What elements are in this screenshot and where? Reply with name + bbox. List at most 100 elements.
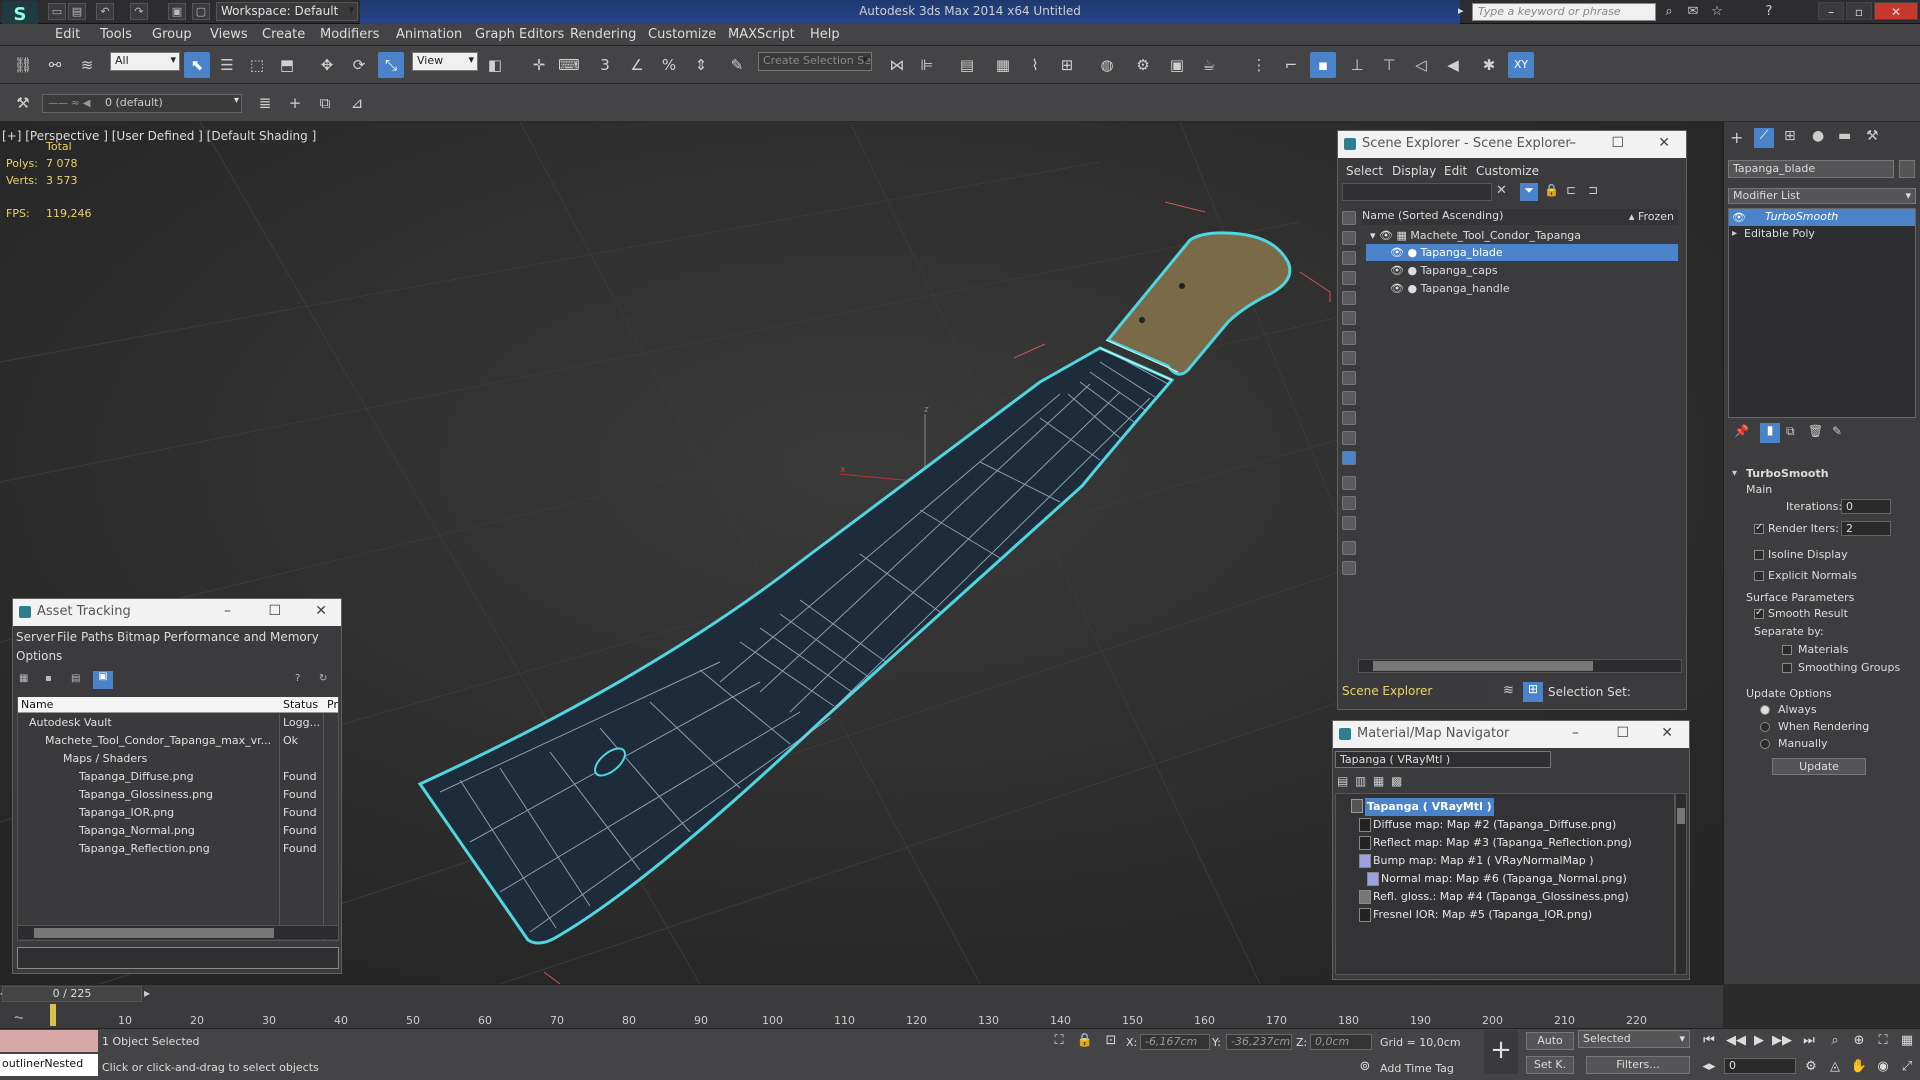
select-object-icon[interactable]: ⬉ bbox=[184, 52, 210, 78]
time-slider[interactable] bbox=[0, 984, 1723, 1004]
menu-graph-editors[interactable]: Graph Editors bbox=[475, 27, 564, 42]
se-scroll-thumb[interactable] bbox=[1373, 661, 1593, 671]
mn-root-material[interactable]: Tapanga ( VRayMtl ) bbox=[1365, 798, 1494, 816]
remove-modifier-icon[interactable]: 🗑 bbox=[1808, 424, 1823, 438]
key-mode-icon[interactable]: ◂▸ bbox=[1700, 1058, 1718, 1076]
smoothing-groups-checkbox[interactable] bbox=[1782, 663, 1792, 673]
explicit-normals-checkbox[interactable] bbox=[1754, 571, 1764, 581]
se-row-handle[interactable]: 👁 ● Tapanga_handle bbox=[1366, 280, 1678, 297]
angle-snap-icon[interactable]: ∠ bbox=[624, 52, 650, 78]
menu-help[interactable]: Help bbox=[810, 27, 840, 42]
motion-tab-icon[interactable]: ● bbox=[1812, 128, 1824, 144]
isolate-selection-icon[interactable]: ⛶ bbox=[1050, 1032, 1068, 1050]
at-col-status[interactable]: Status bbox=[283, 696, 318, 714]
se-row-group[interactable]: ▾ 👁 ▦ Machete_Tool_Condor_Tapanga bbox=[1366, 227, 1678, 244]
snap-endpoint-icon[interactable]: ⌐ bbox=[1278, 52, 1304, 78]
snap-midpoint-icon[interactable]: ▪ bbox=[1310, 52, 1336, 78]
close-button[interactable]: ✕ bbox=[1874, 2, 1918, 20]
open-file-icon[interactable]: ▤ bbox=[68, 3, 86, 20]
se-hierarchy-mode-icon[interactable]: ⊞ bbox=[1523, 682, 1543, 702]
at-col-pr[interactable]: Pr bbox=[327, 696, 338, 714]
help-icon[interactable]: ? bbox=[1760, 3, 1778, 21]
se-select-all-icon[interactable] bbox=[1342, 476, 1356, 490]
at-minimize-button[interactable]: – bbox=[224, 603, 231, 619]
scene-explorer-window[interactable]: Scene Explorer - Scene Explorer – ☐ ✕ Se… bbox=[1337, 130, 1687, 710]
named-selection-dropdown[interactable]: Create Selection Se bbox=[758, 52, 872, 71]
se-filter-funnel-icon[interactable] bbox=[1342, 541, 1356, 555]
select-by-name-icon[interactable]: ☰ bbox=[214, 52, 240, 78]
link-icon[interactable]: ⛓ bbox=[10, 52, 36, 78]
mn-view-large-icons-icon[interactable]: ▩ bbox=[1391, 774, 1402, 788]
at-row-name[interactable]: Tapanga_Glossiness.png bbox=[79, 786, 213, 804]
unlink-icon[interactable]: ⚯ bbox=[42, 52, 68, 78]
undo-icon[interactable]: ↶ bbox=[96, 3, 114, 20]
se-menu-edit[interactable]: Edit bbox=[1444, 164, 1467, 178]
schematic-view-icon[interactable]: ⊞ bbox=[1054, 52, 1080, 78]
new-file-icon[interactable]: ▭ bbox=[48, 3, 66, 20]
mn-view-list-icons-icon[interactable]: ▥ bbox=[1355, 774, 1366, 788]
se-display-all-icon[interactable] bbox=[1342, 211, 1356, 225]
se-minimize-button[interactable]: – bbox=[1569, 135, 1576, 151]
move-icon[interactable]: ✥ bbox=[314, 52, 340, 78]
isoline-checkbox[interactable] bbox=[1754, 550, 1764, 560]
at-view-flat-icon[interactable]: ▪ bbox=[45, 673, 59, 687]
se-expand-icon[interactable]: ⊐ bbox=[1588, 183, 1598, 197]
window-crossing-icon[interactable]: ⬒ bbox=[274, 52, 300, 78]
zoom-extents-all-icon[interactable]: ▦ bbox=[1898, 1032, 1916, 1050]
se-menu-customize[interactable]: Customize bbox=[1476, 164, 1539, 178]
object-name-field[interactable]: Tapanga_blade bbox=[1728, 160, 1894, 178]
se-find-icon[interactable] bbox=[1342, 561, 1356, 575]
mn-maximize-button[interactable]: ☐ bbox=[1616, 725, 1629, 741]
rotate-icon[interactable]: ⟳ bbox=[346, 52, 372, 78]
mirror-icon[interactable]: ⋈ bbox=[884, 52, 910, 78]
selection-lock-icon[interactable]: 🔒 bbox=[1076, 1032, 1094, 1050]
menu-maxscript[interactable]: MAXScript bbox=[728, 27, 795, 42]
at-close-button[interactable]: ✕ bbox=[315, 603, 327, 619]
se-eye-icon[interactable]: 👁 ● bbox=[1390, 264, 1421, 277]
snap-vertex-icon[interactable]: ⋮ bbox=[1246, 52, 1272, 78]
selection-filter-dropdown[interactable]: All bbox=[110, 52, 180, 71]
se-display-hidden-icon[interactable] bbox=[1342, 451, 1356, 465]
set-key-icon[interactable]: + bbox=[1484, 1030, 1518, 1074]
at-view-list-icon[interactable]: ▤ bbox=[71, 673, 85, 687]
time-slider-thumb[interactable]: 0 / 225 bbox=[2, 986, 142, 1002]
at-refresh-icon[interactable]: ↻ bbox=[319, 673, 327, 684]
update-button[interactable]: Update bbox=[1772, 758, 1866, 775]
keyboard-shortcut-override-icon[interactable]: ⌨ bbox=[556, 52, 582, 78]
se-display-geometry-icon[interactable] bbox=[1342, 231, 1356, 245]
manage-layers-icon[interactable]: ⚒ bbox=[10, 90, 36, 116]
modifier-list-dropdown[interactable]: Modifier List ▾ bbox=[1728, 188, 1916, 204]
layer-manager-icon[interactable]: ▤ bbox=[954, 52, 980, 78]
mn-view-list-icon[interactable]: ▤ bbox=[1337, 774, 1348, 788]
align-icon[interactable]: ⊫ bbox=[914, 52, 940, 78]
se-select-invert-icon[interactable] bbox=[1342, 516, 1356, 530]
reference-coordinate-dropdown[interactable]: View bbox=[412, 52, 478, 71]
add-to-layer-icon[interactable]: + bbox=[282, 90, 308, 116]
mn-map-row[interactable]: Diffuse map: Map #2 (Tapanga_Diffuse.png… bbox=[1359, 816, 1616, 834]
render-iters-spinner[interactable]: 2 bbox=[1841, 521, 1891, 536]
configure-modifier-sets-icon[interactable]: ✎ bbox=[1832, 424, 1842, 438]
create-layer-icon[interactable]: ≣ bbox=[252, 90, 278, 116]
snap-face-icon[interactable]: ⊤ bbox=[1376, 52, 1402, 78]
snap-perpendicular-icon[interactable]: ✱ bbox=[1476, 52, 1502, 78]
layer-dropdown-arrow-icon[interactable]: ▾ bbox=[234, 95, 248, 111]
make-unique-icon[interactable]: ⧉ bbox=[1786, 424, 1795, 439]
set-key-button[interactable]: Set K. bbox=[1526, 1056, 1574, 1074]
always-radio[interactable] bbox=[1760, 705, 1770, 715]
smooth-result-checkbox[interactable]: ✓ bbox=[1754, 607, 1764, 619]
se-eye-icon[interactable]: ▾ 👁 ▦ bbox=[1370, 229, 1410, 242]
mn-map-row[interactable]: Bump map: Map #1 ( VRayNormalMap ) bbox=[1359, 852, 1594, 870]
stack-expand-icon[interactable]: ▸ bbox=[1732, 228, 1737, 239]
mn-map-row[interactable]: Reflect map: Map #3 (Tapanga_Reflection.… bbox=[1359, 834, 1632, 852]
se-display-lights-icon[interactable] bbox=[1342, 271, 1356, 285]
stack-eye-icon[interactable]: 👁 bbox=[1732, 211, 1746, 224]
time-tag-icon[interactable]: ⊚ bbox=[1356, 1058, 1374, 1076]
rollout-collapse-icon[interactable]: ▾ bbox=[1732, 468, 1737, 479]
utilities-tab-icon[interactable]: ⚒ bbox=[1866, 128, 1879, 144]
track-bar-icon[interactable]: ⏦ bbox=[14, 1010, 24, 1025]
at-menu-paths[interactable]: Paths bbox=[81, 630, 114, 644]
se-row-caps[interactable]: 👁 ● Tapanga_caps bbox=[1366, 262, 1678, 279]
current-frame-marker[interactable] bbox=[50, 1004, 56, 1026]
next-frame-icon[interactable]: ▶▶ bbox=[1772, 1032, 1792, 1050]
select-in-layer-icon[interactable]: ⧉ bbox=[312, 90, 338, 116]
